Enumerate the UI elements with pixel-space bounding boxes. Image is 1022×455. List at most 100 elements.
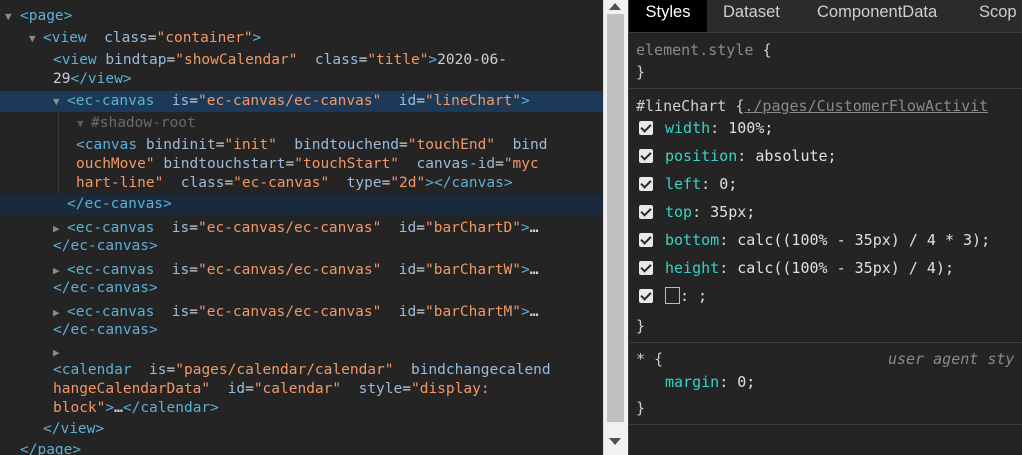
ua-declaration-margin[interactable]: margin: 0; (629, 368, 1022, 396)
rule-source-link[interactable]: ./pages/CustomerFlowActivit (744, 97, 988, 115)
tree-node-title-view[interactable]: <view bindtap="showCalendar" class="titl… (0, 50, 603, 71)
attr-value: "touchStart" (294, 156, 400, 172)
node-text: 2020-06- (437, 52, 507, 68)
attr-name: is (171, 262, 190, 278)
tag-name: <view (43, 30, 87, 46)
attr-name: canvas-id (416, 156, 496, 172)
tag-close: > (428, 52, 438, 68)
declaration-top[interactable]: top: 35px; (629, 198, 1022, 226)
elements-scrollbar[interactable] (603, 0, 628, 455)
attr-name: type (346, 175, 382, 191)
tree-node-page-end[interactable]: </page> (0, 440, 603, 455)
css-property[interactable]: left (665, 175, 701, 193)
devtools-window: ▼ <page> ▼ <view class="container"> <vie… (0, 0, 1022, 455)
css-property[interactable]: bottom (665, 231, 719, 249)
tree-node-barchartd-end[interactable]: </ec-canvas> (0, 236, 603, 257)
attr-name: is (171, 93, 190, 109)
tree-node-title-view-cont[interactable]: 29</view> (0, 69, 603, 90)
tree-node-calendar[interactable]: <calendar is="pages/calendar/calendar" b… (0, 360, 603, 381)
attr-value: "ec-canvas/ec-canvas" (197, 93, 382, 109)
rule-brace: } (636, 317, 646, 335)
css-value[interactable]: absolute; (755, 147, 836, 165)
tag-close: ></canvas> (425, 175, 513, 191)
tab-componentdata[interactable]: ComponentData (817, 0, 937, 32)
tree-node-canvas-cont[interactable]: ouchMove" bindtouchstart="touchStart" ca… (0, 154, 603, 175)
tree-node-view-end[interactable]: </view> (0, 419, 603, 440)
attr-name: bindtap (105, 52, 167, 68)
css-value[interactable]: 0; (719, 175, 737, 193)
declaration-height[interactable]: height: calc((100% - 35px) / 4); (629, 254, 1022, 282)
css-property[interactable]: top (665, 203, 692, 221)
tree-node-page[interactable]: <page> (0, 6, 603, 27)
tree-node-ec-canvas-linechart[interactable]: <ec-canvas is="ec-canvas/ec-canvas" id="… (0, 91, 603, 112)
tree-node-ec-canvas-end[interactable]: </ec-canvas> (0, 194, 603, 215)
attr-name: style (358, 381, 403, 397)
collapsed-ellipsis[interactable]: … (114, 400, 123, 416)
tree-node-view-container[interactable]: <view class="container"> (0, 28, 603, 49)
collapsed-ellipsis[interactable]: … (530, 220, 539, 236)
ua-rule-close: } (629, 394, 1022, 422)
css-value[interactable]: 35px; (710, 203, 755, 221)
css-property[interactable]: position (665, 147, 737, 165)
tag-name: <view (53, 52, 97, 68)
tab-dataset[interactable]: Dataset (723, 0, 780, 32)
tab-scope[interactable]: Scop (979, 0, 1017, 32)
attr-value: "display: (410, 381, 490, 397)
tag-end: </calendar> (122, 400, 219, 416)
collapsed-ellipsis[interactable]: … (530, 262, 539, 278)
tag-end: </view> (70, 71, 132, 87)
scroll-down-arrow-icon[interactable] (609, 438, 621, 445)
css-value[interactable]: 0; (737, 373, 755, 391)
declaration-width[interactable]: width: 100%; (629, 114, 1022, 142)
tag-name: <canvas (76, 137, 138, 153)
attr-name: class (314, 52, 359, 68)
tag-close: > (105, 400, 115, 416)
declaration-empty[interactable]: : ; (629, 282, 1022, 310)
css-property[interactable]: height (665, 259, 719, 277)
attr-value: "lineChart" (424, 93, 522, 109)
tab-styles[interactable]: Styles (629, 0, 707, 32)
tree-node-shadow-root[interactable]: #shadow-root (0, 113, 603, 134)
elements-tree-panel[interactable]: ▼ <page> ▼ <view class="container"> <vie… (0, 0, 603, 455)
tree-node-barchartm-end[interactable]: </ec-canvas> (0, 320, 603, 341)
attr-value: "myc (503, 156, 539, 172)
rule-divider (629, 88, 1022, 89)
attr-value: "ec-canvas/ec-canvas" (197, 220, 382, 236)
css-property[interactable]: margin (665, 373, 719, 391)
rule-brace: { (762, 41, 772, 59)
tree-node-barchartw-end[interactable]: </ec-canvas> (0, 278, 603, 299)
declaration-bottom[interactable]: bottom: calc((100% - 35px) / 4 * 3); (629, 226, 1022, 254)
attr-name: bindinit (145, 137, 216, 153)
css-value[interactable]: 100%; (728, 119, 773, 137)
scrollbar-thumb[interactable] (607, 14, 624, 422)
attr-value: block" (53, 400, 106, 416)
tree-node-calendar-cont2[interactable]: block">…</calendar> (0, 398, 603, 419)
attr-value: "ec-canvas" (233, 175, 330, 191)
attr-value: "showCalendar" (175, 52, 298, 68)
attr-value: "calendar" (253, 381, 342, 397)
tree-node-calendar-cont[interactable]: hangeCalendarData" id="calendar" style="… (0, 379, 603, 400)
tree-node-canvas[interactable]: <canvas bindinit="init" bindtouchend="to… (0, 135, 603, 156)
declaration-position[interactable]: position: absolute; (629, 142, 1022, 170)
attr-name: bindtouchstart (163, 156, 286, 172)
css-value[interactable]: : ; (680, 287, 707, 305)
declaration-left[interactable]: left: 0; (629, 170, 1022, 198)
css-property[interactable]: width (665, 119, 710, 137)
css-value[interactable]: calc((100% - 35px) / 4); (737, 259, 954, 277)
css-value[interactable]: calc((100% - 35px) / 4 * 3); (737, 231, 990, 249)
color-swatch-icon[interactable] (665, 287, 680, 304)
node-text: 29 (53, 71, 71, 87)
attr-value: "touchEnd" (407, 137, 496, 153)
linechart-rule-close: } (629, 312, 1022, 340)
tag-close: > (521, 262, 530, 278)
tag-end: </ec-canvas> (53, 238, 158, 254)
collapsed-ellipsis[interactable]: … (530, 304, 539, 320)
rule-selector: * (636, 350, 646, 368)
rule-brace: } (636, 399, 646, 417)
tree-node-canvas-cont2[interactable]: hart-line" class="ec-canvas" type="2d"><… (0, 173, 603, 194)
tab-label: Scop (979, 3, 1017, 21)
tag-close: > (521, 220, 530, 236)
styles-tab-bar: Styles Dataset ComponentData Scop (629, 0, 1022, 33)
scroll-up-arrow-icon[interactable] (609, 3, 621, 10)
rule-brace: { (654, 350, 664, 368)
